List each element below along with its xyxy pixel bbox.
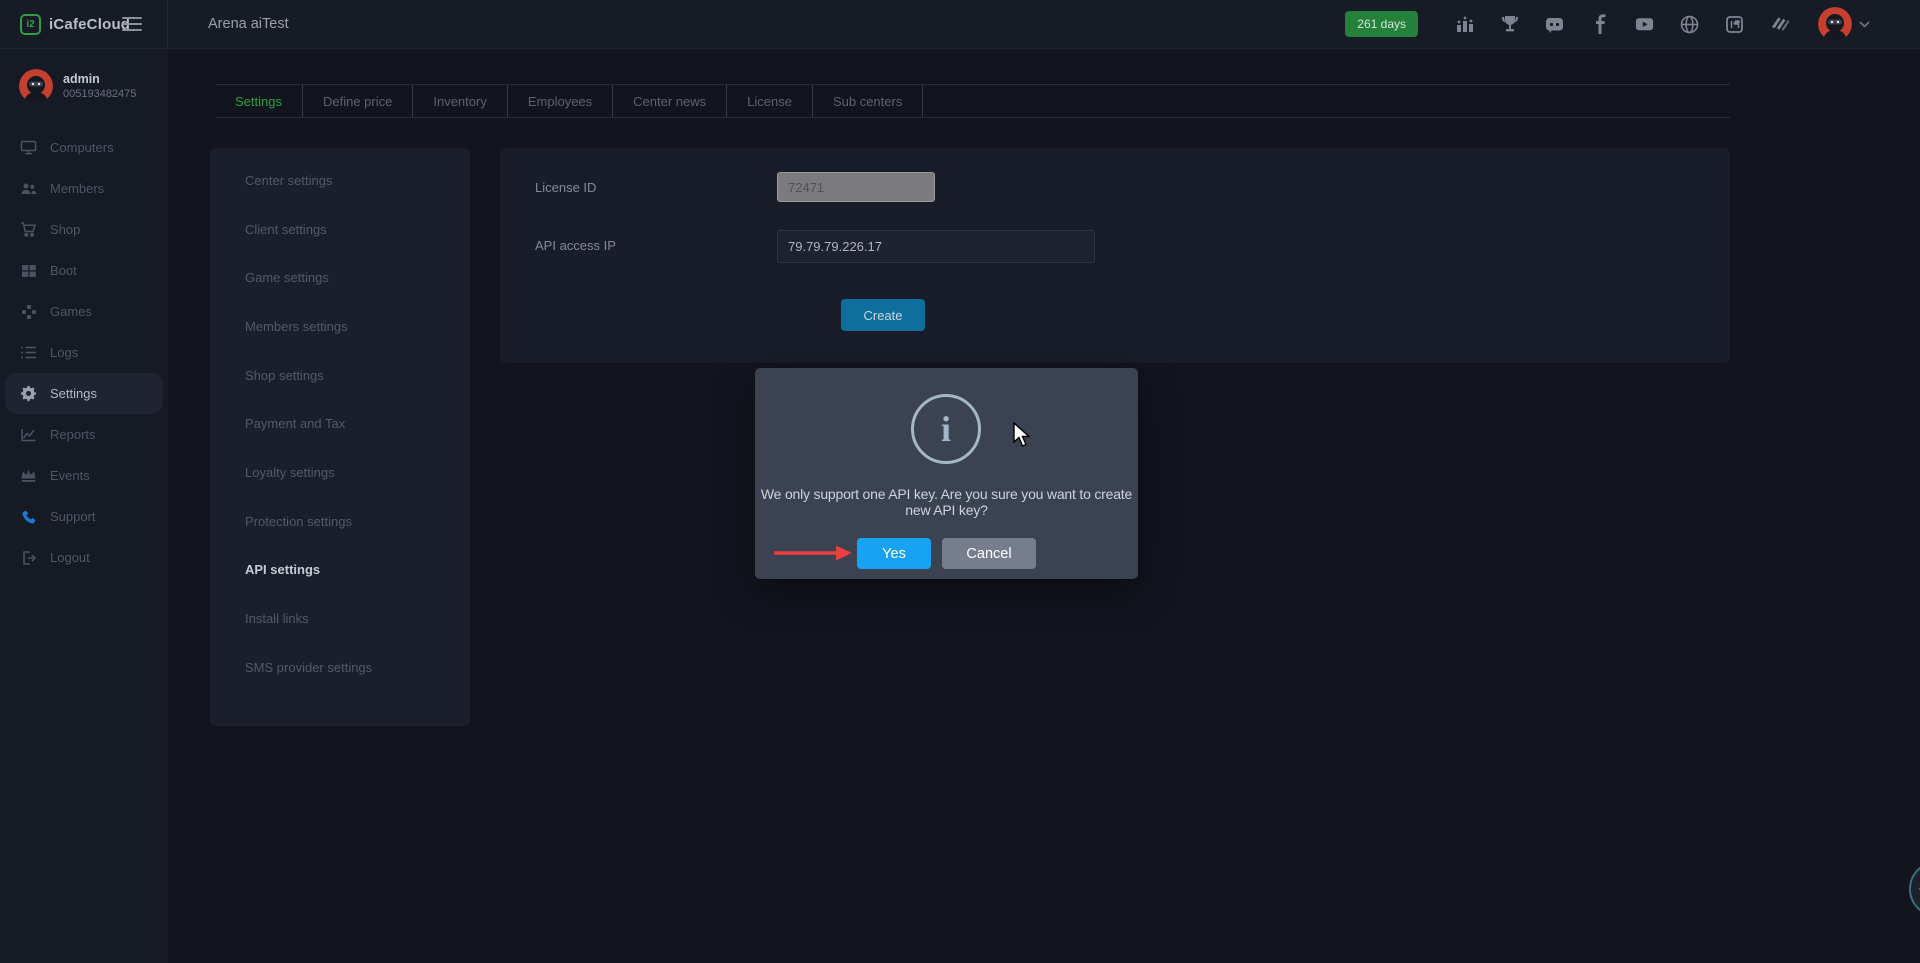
members-icon	[20, 180, 37, 197]
facebook-icon[interactable]	[1589, 14, 1610, 35]
topbar-actions: 261 days	[1345, 7, 1920, 41]
sidebar-item-label: Computers	[50, 140, 114, 155]
user-name: admin	[63, 72, 136, 86]
chat-toggle-button[interactable]	[1909, 861, 1920, 917]
list-icon	[20, 344, 37, 361]
user-id: 005193482475	[63, 88, 136, 100]
sidebar-item-settings[interactable]: Settings	[5, 373, 163, 414]
cancel-button[interactable]: Cancel	[942, 538, 1036, 569]
submenu-protection-settings[interactable]: Protection settings	[210, 497, 470, 546]
gear-icon	[20, 385, 37, 402]
license-id-field	[777, 172, 935, 202]
settings-submenu: Center settings Client settings Game set…	[210, 148, 470, 726]
sidebar-item-logout[interactable]: Logout	[5, 537, 163, 578]
icafecloud-logo-icon: i2	[20, 14, 41, 35]
cart-icon	[20, 221, 37, 238]
youtube-icon[interactable]	[1634, 14, 1655, 35]
sidebar-item-members[interactable]: Members	[5, 168, 163, 209]
dialog-message: We only support one API key. Are you sur…	[755, 486, 1138, 518]
monitor-icon	[20, 139, 37, 156]
sidebar-menu: Computers Members Shop Boot Games Logs	[0, 127, 168, 578]
sidebar-item-label: Boot	[50, 263, 77, 278]
red-arrow-annotation	[773, 544, 853, 562]
license-id-label: License ID	[535, 180, 596, 195]
icafecloud-icon[interactable]	[1724, 14, 1745, 35]
sidebar-item-boot[interactable]: Boot	[5, 250, 163, 291]
tab-employees[interactable]: Employees	[508, 85, 613, 117]
submenu-game-settings[interactable]: Game settings	[210, 253, 470, 302]
submenu-client-settings[interactable]: Client settings	[210, 205, 470, 254]
submenu-loyalty-settings[interactable]: Loyalty settings	[210, 448, 470, 497]
sidebar-item-label: Shop	[50, 222, 80, 237]
tab-sub-centers[interactable]: Sub centers	[813, 85, 923, 117]
hamburger-menu-icon[interactable]	[122, 17, 142, 31]
yes-button[interactable]: Yes	[857, 538, 931, 569]
trophy-icon[interactable]	[1499, 14, 1520, 35]
sidebar: admin 005193482475 Computers Members Sho…	[0, 49, 168, 963]
submenu-api-settings[interactable]: API settings	[210, 546, 470, 595]
confirm-dialog: i We only support one API key. Are you s…	[755, 368, 1138, 579]
center-tabs: Settings Define price Inventory Employee…	[215, 84, 1730, 118]
api-access-ip-field[interactable]	[777, 230, 1095, 263]
tab-center-news[interactable]: Center news	[613, 85, 727, 117]
sidebar-item-label: Logout	[50, 550, 90, 565]
sidebar-item-label: Members	[50, 181, 104, 196]
tab-inventory[interactable]: Inventory	[413, 85, 507, 117]
layers-icon[interactable]	[1769, 14, 1790, 35]
dialog-message-line1: We only support one API key. Are you sur…	[755, 486, 1138, 502]
api-access-ip-label: API access IP	[535, 238, 616, 253]
sidebar-item-support[interactable]: Support	[5, 496, 163, 537]
sidebar-item-events[interactable]: Events	[5, 455, 163, 496]
sidebar-item-computers[interactable]: Computers	[5, 127, 163, 168]
sidebar-item-label: Events	[50, 468, 90, 483]
windows-icon	[20, 262, 37, 279]
brand[interactable]: i2 iCafeCloud	[0, 0, 168, 49]
gamepad-icon	[20, 303, 37, 320]
app-root: i2 iCafeCloud Arena aiTest 261 days	[0, 0, 1920, 963]
tab-settings[interactable]: Settings	[215, 85, 303, 117]
create-button[interactable]: Create	[841, 299, 925, 331]
sidebar-item-logs[interactable]: Logs	[5, 332, 163, 373]
crown-icon	[20, 467, 37, 484]
sidebar-item-label: Games	[50, 304, 92, 319]
sidebar-avatar	[19, 69, 53, 103]
sidebar-item-reports[interactable]: Reports	[5, 414, 163, 455]
submenu-sms-provider-settings[interactable]: SMS provider settings	[210, 643, 470, 692]
sidebar-item-label: Settings	[50, 386, 97, 401]
tab-define-price[interactable]: Define price	[303, 85, 413, 117]
sidebar-item-games[interactable]: Games	[5, 291, 163, 332]
brand-name: iCafeCloud	[49, 16, 130, 33]
sidebar-item-shop[interactable]: Shop	[5, 209, 163, 250]
topbar: i2 iCafeCloud Arena aiTest 261 days	[0, 0, 1920, 49]
user-menu[interactable]	[1818, 7, 1870, 41]
globe-icon[interactable]	[1679, 14, 1700, 35]
logout-icon	[20, 549, 37, 566]
page-title: Arena aiTest	[208, 16, 289, 32]
dialog-message-line2: new API key?	[755, 502, 1138, 518]
license-days-badge[interactable]: 261 days	[1345, 11, 1418, 37]
phone-icon	[20, 508, 37, 525]
submenu-center-settings[interactable]: Center settings	[210, 156, 470, 205]
submenu-members-settings[interactable]: Members settings	[210, 302, 470, 351]
api-settings-form: License ID API access IP Create	[500, 148, 1730, 363]
sidebar-item-label: Support	[50, 509, 96, 524]
chart-icon	[20, 426, 37, 443]
discord-icon[interactable]	[1544, 14, 1565, 35]
sidebar-item-label: Reports	[50, 427, 96, 442]
chevron-down-icon	[1859, 21, 1870, 28]
avatar	[1818, 7, 1852, 41]
info-icon: i	[911, 394, 981, 464]
submenu-payment-and-tax[interactable]: Payment and Tax	[210, 399, 470, 448]
ranking-icon[interactable]	[1454, 14, 1475, 35]
sidebar-item-label: Logs	[50, 345, 78, 360]
submenu-shop-settings[interactable]: Shop settings	[210, 351, 470, 400]
submenu-install-links[interactable]: Install links	[210, 594, 470, 643]
tab-license[interactable]: License	[727, 85, 813, 117]
sidebar-user[interactable]: admin 005193482475	[0, 49, 168, 103]
